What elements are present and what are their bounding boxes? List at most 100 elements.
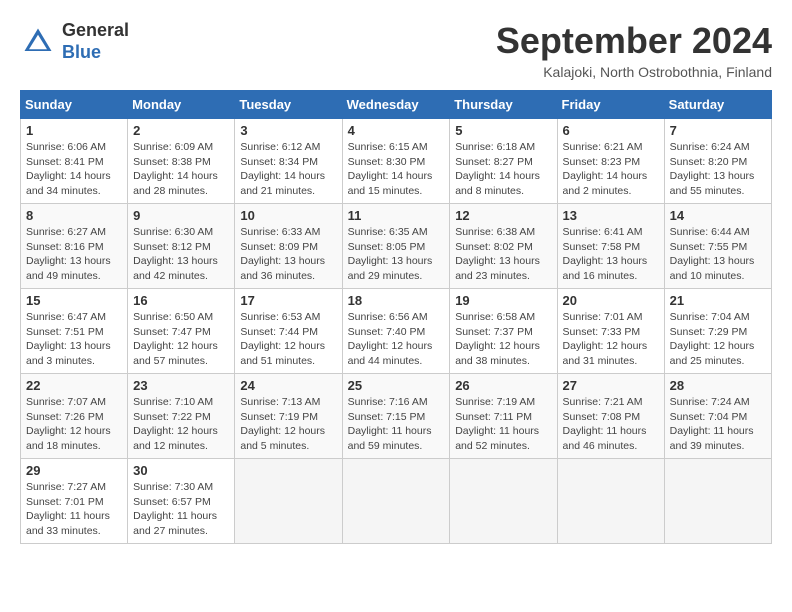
day-num-17: 17 [240, 293, 336, 308]
day-detail-11: Sunrise: 6:35 AMSunset: 8:05 PMDaylight:… [348, 225, 445, 284]
day-detail-14: Sunrise: 6:44 AMSunset: 7:55 PMDaylight:… [670, 225, 766, 284]
day-detail-4: Sunrise: 6:15 AMSunset: 8:30 PMDaylight:… [348, 140, 445, 199]
day-num-1: 1 [26, 123, 122, 138]
header-thursday: Thursday [450, 91, 557, 119]
day-cell-18: 18 Sunrise: 6:56 AMSunset: 7:40 PMDaylig… [342, 289, 450, 374]
day-cell-23: 23 Sunrise: 7:10 AMSunset: 7:22 PMDaylig… [128, 374, 235, 459]
day-detail-18: Sunrise: 6:56 AMSunset: 7:40 PMDaylight:… [348, 310, 445, 369]
day-cell-6: 6 Sunrise: 6:21 AMSunset: 8:23 PMDayligh… [557, 119, 664, 204]
day-detail-13: Sunrise: 6:41 AMSunset: 7:58 PMDaylight:… [563, 225, 659, 284]
empty-cell-3 [450, 459, 557, 544]
day-detail-2: Sunrise: 6:09 AMSunset: 8:38 PMDaylight:… [133, 140, 229, 199]
day-num-2: 2 [133, 123, 229, 138]
day-num-7: 7 [670, 123, 766, 138]
day-cell-25: 25 Sunrise: 7:16 AMSunset: 7:15 PMDaylig… [342, 374, 450, 459]
logo-general: General [62, 20, 129, 40]
day-num-28: 28 [670, 378, 766, 393]
day-cell-2: 2 Sunrise: 6:09 AMSunset: 8:38 PMDayligh… [128, 119, 235, 204]
title-section: September 2024 Kalajoki, North Ostroboth… [496, 20, 772, 80]
day-num-22: 22 [26, 378, 122, 393]
empty-cell-2 [342, 459, 450, 544]
day-cell-20: 20 Sunrise: 7:01 AMSunset: 7:33 PMDaylig… [557, 289, 664, 374]
calendar-table: Sunday Monday Tuesday Wednesday Thursday… [20, 90, 772, 544]
day-num-18: 18 [348, 293, 445, 308]
day-detail-10: Sunrise: 6:33 AMSunset: 8:09 PMDaylight:… [240, 225, 336, 284]
day-detail-16: Sunrise: 6:50 AMSunset: 7:47 PMDaylight:… [133, 310, 229, 369]
day-cell-27: 27 Sunrise: 7:21 AMSunset: 7:08 PMDaylig… [557, 374, 664, 459]
logo-text: General Blue [62, 20, 129, 63]
week-row-1: 1 Sunrise: 6:06 AMSunset: 8:41 PMDayligh… [21, 119, 772, 204]
day-cell-9: 9 Sunrise: 6:30 AMSunset: 8:12 PMDayligh… [128, 204, 235, 289]
header-sunday: Sunday [21, 91, 128, 119]
day-cell-24: 24 Sunrise: 7:13 AMSunset: 7:19 PMDaylig… [235, 374, 342, 459]
month-title: September 2024 [496, 20, 772, 62]
day-num-5: 5 [455, 123, 551, 138]
day-detail-7: Sunrise: 6:24 AMSunset: 8:20 PMDaylight:… [670, 140, 766, 199]
day-num-12: 12 [455, 208, 551, 223]
day-detail-15: Sunrise: 6:47 AMSunset: 7:51 PMDaylight:… [26, 310, 122, 369]
day-cell-11: 11 Sunrise: 6:35 AMSunset: 8:05 PMDaylig… [342, 204, 450, 289]
day-num-29: 29 [26, 463, 122, 478]
day-cell-17: 17 Sunrise: 6:53 AMSunset: 7:44 PMDaylig… [235, 289, 342, 374]
day-cell-4: 4 Sunrise: 6:15 AMSunset: 8:30 PMDayligh… [342, 119, 450, 204]
header-monday: Monday [128, 91, 235, 119]
day-detail-26: Sunrise: 7:19 AMSunset: 7:11 PMDaylight:… [455, 395, 551, 454]
day-cell-8: 8 Sunrise: 6:27 AMSunset: 8:16 PMDayligh… [21, 204, 128, 289]
day-cell-15: 15 Sunrise: 6:47 AMSunset: 7:51 PMDaylig… [21, 289, 128, 374]
day-num-13: 13 [563, 208, 659, 223]
day-num-8: 8 [26, 208, 122, 223]
day-detail-9: Sunrise: 6:30 AMSunset: 8:12 PMDaylight:… [133, 225, 229, 284]
day-num-16: 16 [133, 293, 229, 308]
day-num-4: 4 [348, 123, 445, 138]
day-cell-29: 29 Sunrise: 7:27 AMSunset: 7:01 PMDaylig… [21, 459, 128, 544]
day-num-11: 11 [348, 208, 445, 223]
logo-icon [20, 24, 56, 60]
day-detail-6: Sunrise: 6:21 AMSunset: 8:23 PMDaylight:… [563, 140, 659, 199]
day-detail-21: Sunrise: 7:04 AMSunset: 7:29 PMDaylight:… [670, 310, 766, 369]
header-saturday: Saturday [664, 91, 771, 119]
day-cell-14: 14 Sunrise: 6:44 AMSunset: 7:55 PMDaylig… [664, 204, 771, 289]
day-num-30: 30 [133, 463, 229, 478]
day-cell-30: 30 Sunrise: 7:30 AMSunset: 6:57 PMDaylig… [128, 459, 235, 544]
day-cell-10: 10 Sunrise: 6:33 AMSunset: 8:09 PMDaylig… [235, 204, 342, 289]
day-cell-12: 12 Sunrise: 6:38 AMSunset: 8:02 PMDaylig… [450, 204, 557, 289]
week-row-4: 22 Sunrise: 7:07 AMSunset: 7:26 PMDaylig… [21, 374, 772, 459]
week-row-2: 8 Sunrise: 6:27 AMSunset: 8:16 PMDayligh… [21, 204, 772, 289]
day-detail-27: Sunrise: 7:21 AMSunset: 7:08 PMDaylight:… [563, 395, 659, 454]
day-detail-24: Sunrise: 7:13 AMSunset: 7:19 PMDaylight:… [240, 395, 336, 454]
day-detail-17: Sunrise: 6:53 AMSunset: 7:44 PMDaylight:… [240, 310, 336, 369]
header-tuesday: Tuesday [235, 91, 342, 119]
day-detail-3: Sunrise: 6:12 AMSunset: 8:34 PMDaylight:… [240, 140, 336, 199]
day-num-3: 3 [240, 123, 336, 138]
day-detail-29: Sunrise: 7:27 AMSunset: 7:01 PMDaylight:… [26, 480, 122, 539]
day-num-10: 10 [240, 208, 336, 223]
day-cell-7: 7 Sunrise: 6:24 AMSunset: 8:20 PMDayligh… [664, 119, 771, 204]
day-detail-23: Sunrise: 7:10 AMSunset: 7:22 PMDaylight:… [133, 395, 229, 454]
day-cell-19: 19 Sunrise: 6:58 AMSunset: 7:37 PMDaylig… [450, 289, 557, 374]
day-detail-25: Sunrise: 7:16 AMSunset: 7:15 PMDaylight:… [348, 395, 445, 454]
day-num-21: 21 [670, 293, 766, 308]
week-row-5: 29 Sunrise: 7:27 AMSunset: 7:01 PMDaylig… [21, 459, 772, 544]
day-detail-30: Sunrise: 7:30 AMSunset: 6:57 PMDaylight:… [133, 480, 229, 539]
day-detail-28: Sunrise: 7:24 AMSunset: 7:04 PMDaylight:… [670, 395, 766, 454]
day-cell-28: 28 Sunrise: 7:24 AMSunset: 7:04 PMDaylig… [664, 374, 771, 459]
day-cell-26: 26 Sunrise: 7:19 AMSunset: 7:11 PMDaylig… [450, 374, 557, 459]
day-num-27: 27 [563, 378, 659, 393]
week-row-3: 15 Sunrise: 6:47 AMSunset: 7:51 PMDaylig… [21, 289, 772, 374]
day-num-26: 26 [455, 378, 551, 393]
day-detail-12: Sunrise: 6:38 AMSunset: 8:02 PMDaylight:… [455, 225, 551, 284]
day-detail-1: Sunrise: 6:06 AMSunset: 8:41 PMDaylight:… [26, 140, 122, 199]
day-detail-22: Sunrise: 7:07 AMSunset: 7:26 PMDaylight:… [26, 395, 122, 454]
empty-cell-5 [664, 459, 771, 544]
empty-cell-4 [557, 459, 664, 544]
day-cell-22: 22 Sunrise: 7:07 AMSunset: 7:26 PMDaylig… [21, 374, 128, 459]
day-cell-1: 1 Sunrise: 6:06 AMSunset: 8:41 PMDayligh… [21, 119, 128, 204]
day-detail-5: Sunrise: 6:18 AMSunset: 8:27 PMDaylight:… [455, 140, 551, 199]
day-num-23: 23 [133, 378, 229, 393]
day-detail-19: Sunrise: 6:58 AMSunset: 7:37 PMDaylight:… [455, 310, 551, 369]
day-num-24: 24 [240, 378, 336, 393]
header-wednesday: Wednesday [342, 91, 450, 119]
logo: General Blue [20, 20, 129, 63]
day-num-19: 19 [455, 293, 551, 308]
day-num-9: 9 [133, 208, 229, 223]
